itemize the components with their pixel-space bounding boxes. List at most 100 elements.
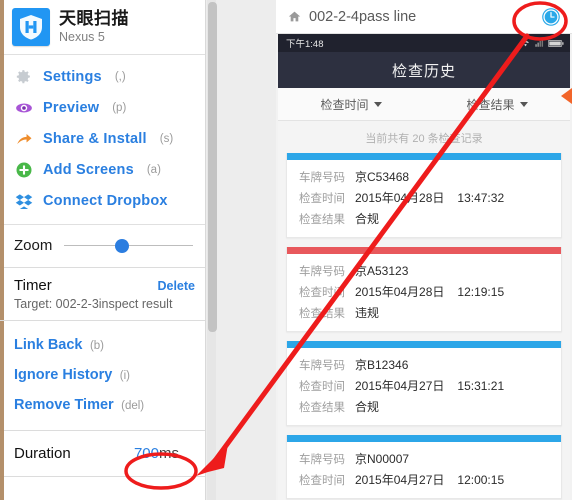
table-row[interactable]: 车牌号码 京N00007 检查时间 2015年04月27日 12:00:15 — [286, 435, 562, 499]
status-bar-time: 下午1:48 — [286, 39, 324, 50]
record-time: 12:19:15 — [457, 285, 505, 299]
link-back-button[interactable]: Link Back (b) — [0, 330, 205, 360]
sidebar-item-connect-dropbox[interactable]: Connect Dropbox — [0, 185, 205, 216]
sidebar-item-shortcut: (,) — [114, 70, 126, 83]
sidebar-item-label: Add Screens — [43, 161, 134, 178]
signal-icon — [535, 39, 544, 47]
zoom-label: Zoom — [14, 237, 53, 254]
field-label: 检查时间 — [299, 381, 345, 393]
record-field-time: 检查时间 2015年04月27日 15:31:21 — [287, 375, 561, 396]
zoom-slider[interactable] — [64, 238, 193, 253]
sidebar-panel: 天眼扫描 Nexus 5 Settings (,) Preview (p) Sh… — [0, 0, 206, 500]
timer-title: Timer — [14, 277, 52, 294]
record-field-time: 检查时间 2015年04月27日 12:00:15 — [287, 469, 561, 490]
duration-value[interactable]: 700ms — [134, 445, 179, 462]
sidebar-menu: Settings (,) Preview (p) Share & Install — [0, 55, 205, 225]
remove-timer-button[interactable]: Remove Timer (del) — [0, 390, 205, 420]
filter-inspect-result[interactable]: 检查结果 — [424, 96, 570, 113]
zoom-control-row: Zoom — [0, 225, 205, 268]
record-accent-bar — [287, 435, 561, 442]
record-list: 车牌号码 京C53468 检查时间 2015年04月28日 13:47:32 检查… — [278, 153, 570, 500]
table-row[interactable]: 车牌号码 京B12346 检查时间 2015年04月27日 15:31:21 检查… — [286, 341, 562, 426]
action-label: Link Back — [14, 337, 83, 353]
eye-icon — [14, 98, 33, 117]
record-time: 12:00:15 — [457, 473, 505, 487]
duration-label: Duration — [14, 445, 71, 462]
field-label: 检查结果 — [299, 214, 345, 226]
home-icon[interactable] — [288, 10, 302, 23]
field-value: 合规 — [355, 400, 380, 414]
field-value: 2015年04月28日 12:19:15 — [355, 283, 504, 300]
timer-section-header: Timer Delete Target: 002-2-3inspect resu… — [0, 268, 205, 321]
zoom-slider-thumb[interactable] — [115, 238, 130, 253]
record-time: 13:47:32 — [457, 191, 505, 205]
field-label: 检查结果 — [299, 402, 345, 414]
app-shield-icon — [12, 7, 50, 46]
action-shortcut: (del) — [121, 400, 145, 412]
device-screen: 下午1:48 检查历史 检查时间 检查结果 当前共有 20 条检查记录 车牌号码… — [278, 34, 570, 500]
field-label: 车牌号码 — [299, 454, 345, 466]
sidebar-item-add-screens[interactable]: Add Screens (a) — [0, 154, 205, 185]
record-date: 2015年04月28日 — [355, 285, 445, 299]
sidebar-scrollbar-track[interactable] — [207, 0, 217, 500]
canvas-gutter — [206, 0, 277, 500]
record-accent-bar — [287, 153, 561, 160]
chevron-down-icon — [519, 101, 528, 107]
app-title: 天眼扫描 — [59, 8, 129, 28]
device-app-bar: 检查历史 — [278, 52, 570, 88]
field-value: 2015年04月27日 12:00:15 — [355, 471, 504, 488]
action-shortcut: (i) — [119, 370, 130, 382]
record-field-plate: 车牌号码 京N00007 — [287, 448, 561, 469]
record-date: 2015年04月27日 — [355, 379, 445, 393]
filter-bar: 检查时间 检查结果 — [278, 88, 570, 121]
filter-inspect-time[interactable]: 检查时间 — [278, 96, 424, 113]
record-count-text: 当前共有 20 条检查记录 — [278, 121, 570, 153]
duration-unit: ms — [159, 445, 179, 462]
sidebar-item-share-install[interactable]: Share & Install (s) — [0, 123, 205, 154]
sidebar-item-shortcut: (s) — [159, 132, 174, 145]
field-value: 京C53468 — [355, 170, 410, 184]
field-value: 京B12346 — [355, 358, 409, 372]
edge-marker-triangle — [561, 88, 572, 104]
timer-delete-button[interactable]: Delete — [157, 279, 195, 293]
battery-icon — [548, 39, 564, 47]
record-field-result: 检查结果 合规 — [287, 396, 561, 417]
chevron-down-icon — [373, 101, 382, 107]
sidebar-scrollbar-thumb[interactable] — [208, 2, 217, 332]
sidebar-item-settings[interactable]: Settings (,) — [0, 61, 205, 92]
action-label: Ignore History — [14, 367, 113, 383]
sidebar-item-preview[interactable]: Preview (p) — [0, 92, 205, 123]
record-time: 15:31:21 — [457, 379, 505, 393]
record-field-plate: 车牌号码 京A53123 — [287, 260, 561, 281]
sidebar-item-label: Preview — [43, 99, 100, 116]
field-label: 检查时间 — [299, 193, 345, 205]
sidebar-item-label: Settings — [43, 68, 102, 85]
field-value: 2015年04月27日 15:31:21 — [355, 377, 504, 394]
record-accent-bar — [287, 247, 561, 254]
app-header: 天眼扫描 Nexus 5 — [0, 0, 205, 55]
timer-target-label: Target: 002-2-3inspect result — [14, 297, 173, 311]
field-label: 检查结果 — [299, 308, 345, 320]
sidebar-item-shortcut: (a) — [146, 163, 161, 176]
sidebar-item-shortcut: (p) — [112, 101, 127, 114]
field-value: 京N00007 — [355, 452, 410, 466]
preview-header: 002-2-4pass line — [276, 0, 572, 34]
table-row[interactable]: 车牌号码 京C53468 检查时间 2015年04月28日 13:47:32 检查… — [286, 153, 562, 238]
record-field-plate: 车牌号码 京C53468 — [287, 166, 561, 187]
share-icon — [14, 129, 33, 148]
app-title-wrap: 天眼扫描 Nexus 5 — [59, 9, 129, 45]
preview-screen-title: 002-2-4pass line — [309, 8, 417, 25]
plus-circle-icon — [14, 160, 33, 179]
preview-panel: 002-2-4pass line 下午1:48 检查历史 检查时间 检查结果 当… — [276, 0, 572, 500]
timer-actions: Link Back (b) Ignore History (i) Remove … — [0, 321, 205, 431]
ignore-history-button[interactable]: Ignore History (i) — [0, 360, 205, 390]
sidebar-item-label: Share & Install — [43, 130, 147, 147]
record-date: 2015年04月27日 — [355, 473, 445, 487]
clock-icon[interactable] — [540, 6, 562, 28]
table-row[interactable]: 车牌号码 京A53123 检查时间 2015年04月28日 12:19:15 检查… — [286, 247, 562, 332]
duration-row: Duration 700ms — [0, 431, 205, 477]
filter-label: 检查结果 — [466, 97, 515, 112]
filter-label: 检查时间 — [320, 97, 369, 112]
field-value: 合规 — [355, 212, 380, 226]
record-field-time: 检查时间 2015年04月28日 12:19:15 — [287, 281, 561, 302]
